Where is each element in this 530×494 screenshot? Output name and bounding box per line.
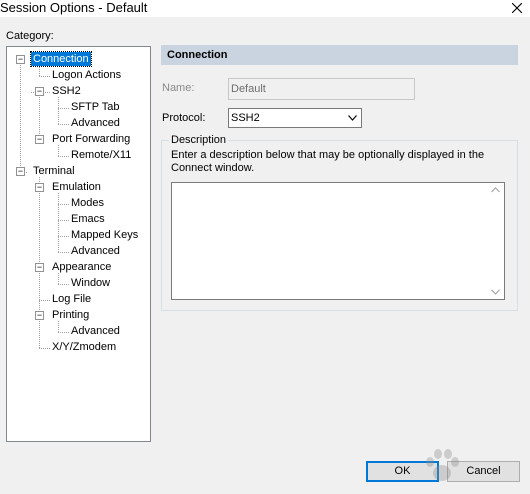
tree-item-emulation-advanced[interactable]: Advanced	[69, 244, 122, 258]
tree-item-appearance[interactable]: Appearance	[50, 260, 113, 274]
description-help-text: Enter a description below that may be op…	[171, 149, 485, 174]
close-icon	[512, 3, 522, 13]
name-label: Name:	[162, 82, 195, 94]
tree-expander-port-forwarding[interactable]: −	[35, 135, 44, 144]
protocol-label: Protocol:	[162, 112, 206, 124]
tree-item-terminal[interactable]: Terminal	[31, 164, 77, 178]
tree-item-printing[interactable]: Printing	[50, 308, 91, 322]
scroll-up-icon[interactable]	[491, 187, 500, 193]
session-options-dialog: Session Options - Default Category: − − …	[0, 0, 530, 494]
tree-item-ssh2-advanced[interactable]: Advanced	[69, 116, 122, 130]
chevron-down-icon	[348, 115, 357, 121]
description-scrollbar[interactable]	[487, 183, 504, 299]
tree-item-printing-advanced[interactable]: Advanced	[69, 324, 122, 338]
tree-item-sftp-tab[interactable]: SFTP Tab	[69, 100, 122, 114]
paw-watermark-icon	[426, 449, 459, 481]
tree-expander-terminal[interactable]: −	[16, 167, 25, 176]
tree-expander-connection[interactable]: −	[16, 55, 25, 64]
tree-expander-emulation[interactable]: −	[35, 183, 44, 192]
tree-item-log-file[interactable]: Log File	[50, 292, 93, 306]
title-bar: Session Options - Default	[0, 0, 530, 17]
tree-item-modes[interactable]: Modes	[69, 196, 106, 210]
tree-expander-appearance[interactable]: −	[35, 263, 44, 272]
name-field: Default	[228, 78, 415, 100]
tree-item-port-forwarding[interactable]: Port Forwarding	[50, 132, 132, 146]
tree-expander-printing[interactable]: −	[35, 311, 44, 320]
close-button[interactable]	[504, 0, 530, 17]
tree-item-mapped-keys[interactable]: Mapped Keys	[69, 228, 140, 242]
description-textarea[interactable]	[171, 182, 505, 300]
tree-item-remote-x11[interactable]: Remote/X11	[69, 148, 133, 162]
tree-item-emulation[interactable]: Emulation	[50, 180, 103, 194]
protocol-select[interactable]: SSH2	[228, 108, 362, 128]
section-header: Connection	[161, 45, 518, 65]
scroll-down-icon[interactable]	[491, 289, 500, 295]
tree-item-ssh2[interactable]: SSH2	[50, 84, 83, 98]
tree-item-xyzmodem[interactable]: X/Y/Zmodem	[50, 340, 118, 354]
tree-item-emacs[interactable]: Emacs	[69, 212, 107, 226]
category-tree[interactable]: − − − − − − − Connection Logon Actions S…	[6, 46, 151, 442]
description-legend: Description	[169, 134, 229, 146]
window-title: Session Options - Default	[0, 0, 148, 15]
tree-item-logon-actions[interactable]: Logon Actions	[50, 68, 123, 82]
protocol-value: SSH2	[231, 112, 260, 124]
tree-item-connection[interactable]: Connection	[30, 51, 92, 67]
category-label: Category:	[6, 30, 54, 42]
tree-item-window[interactable]: Window	[69, 276, 112, 290]
tree-expander-ssh2[interactable]: −	[35, 87, 44, 96]
